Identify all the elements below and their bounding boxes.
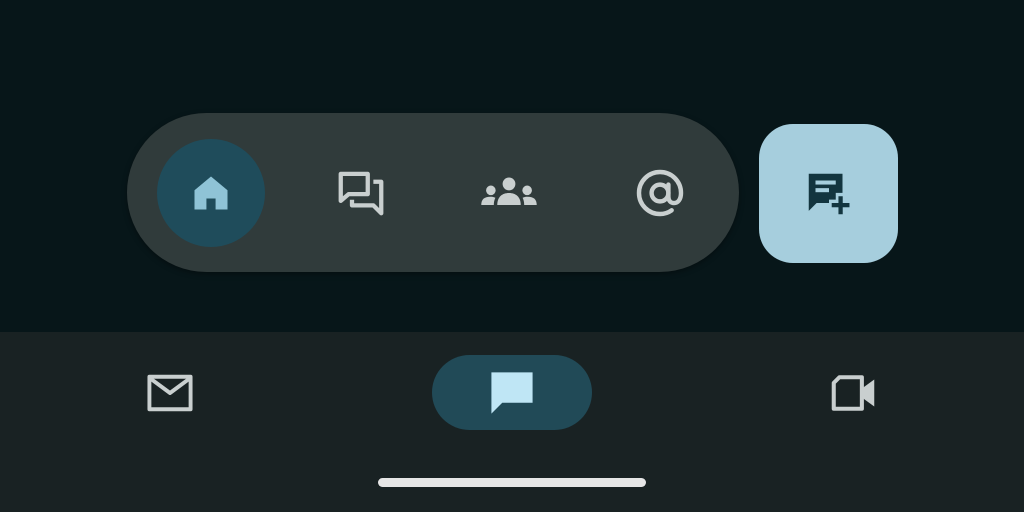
mentions-tab[interactable] [606, 139, 714, 247]
home-indicator[interactable] [378, 478, 646, 487]
new-chat-icon [808, 173, 849, 214]
chat-tab[interactable] [432, 355, 592, 430]
new-chat-button[interactable] [759, 124, 898, 263]
home-tab[interactable] [157, 139, 265, 247]
floating-nav-bar [127, 113, 739, 272]
mail-tab[interactable] [128, 356, 212, 430]
direct-messages-tab[interactable] [307, 139, 415, 247]
mail-icon [147, 374, 193, 412]
spaces-tab[interactable] [455, 139, 563, 247]
chat-bubbles-icon [338, 171, 384, 216]
home-icon [194, 176, 228, 210]
app-screen [0, 0, 1024, 512]
at-sign-icon [636, 169, 684, 217]
meet-tab[interactable] [812, 356, 896, 430]
group-icon [481, 177, 537, 205]
video-camera-icon [831, 375, 875, 411]
chat-icon [491, 371, 533, 414]
